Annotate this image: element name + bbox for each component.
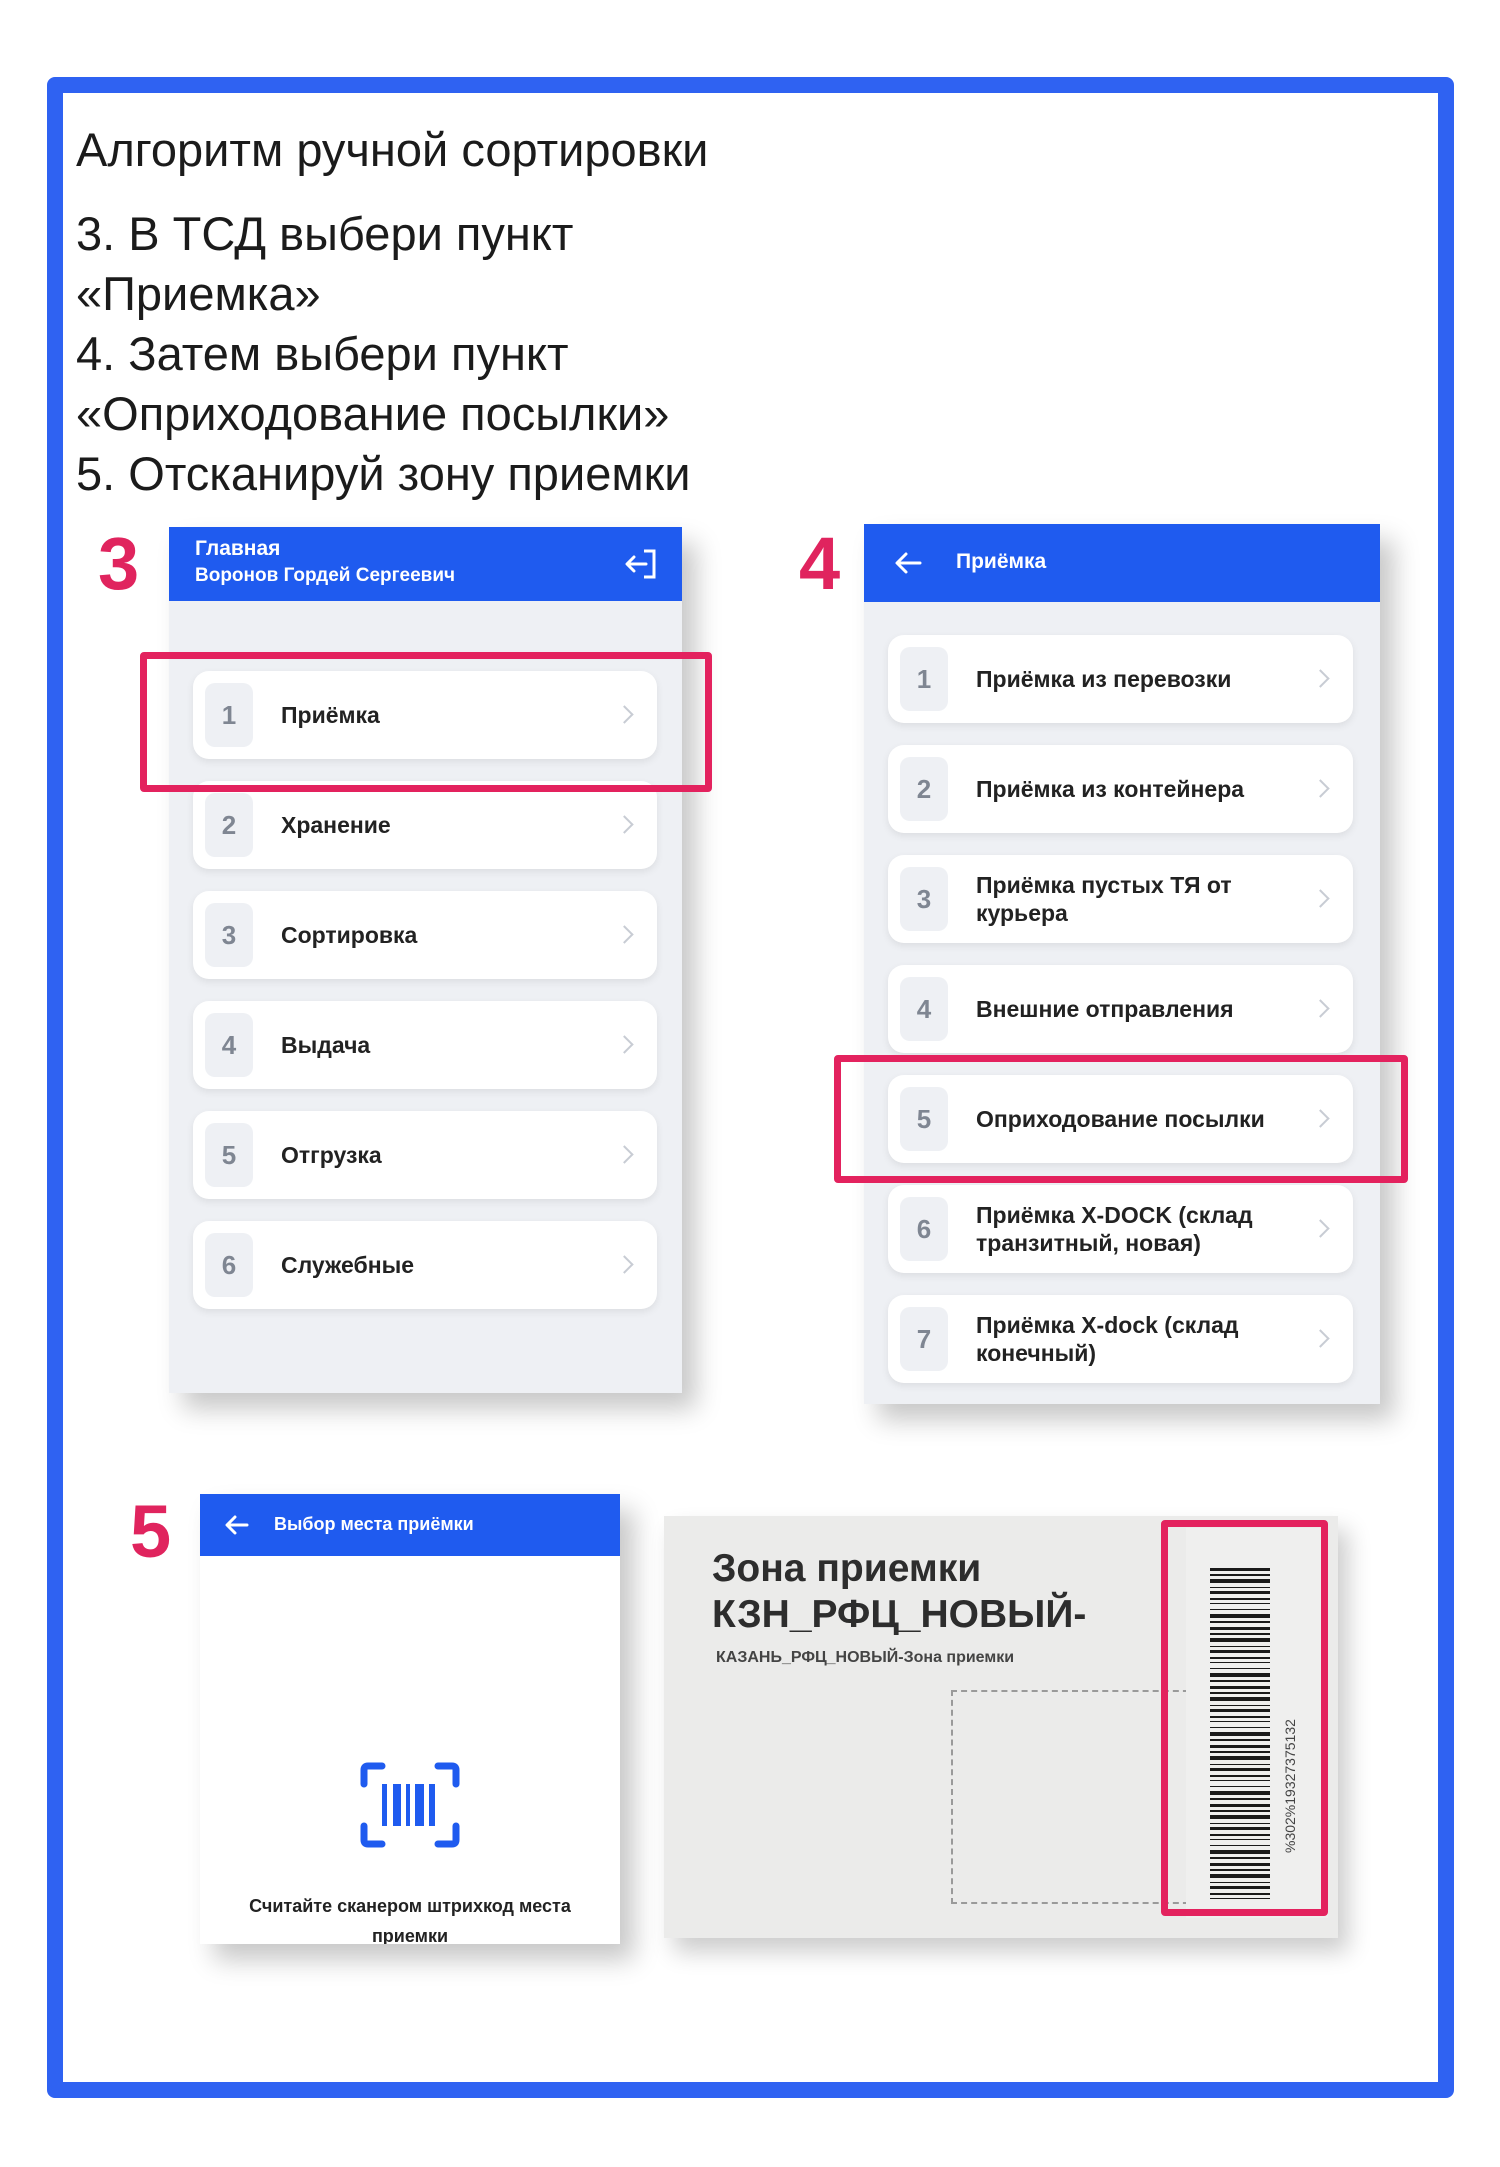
app-header: Выбор места приёмки [200,1494,620,1556]
item-number: 5 [205,1123,253,1187]
chevron-right-icon [1311,779,1330,798]
chevron-right-icon [1311,1219,1330,1238]
app-header: Приёмка [864,524,1380,602]
menu-item-hranenie[interactable]: 2 Хранение [193,781,657,869]
arrow-left-icon[interactable] [894,550,924,576]
item-label: Приёмка из перевозки [976,666,1232,692]
chevron-right-icon [1311,1329,1330,1348]
menu-item-priemka-iz-perevozki[interactable]: 1 Приёмка из перевозки [888,635,1353,723]
instructions: 3. В ТСД выбери пункт «Приемка» 4. Затем… [76,204,690,504]
zone-label-subtitle: КАЗАНЬ_РФЦ_НОВЫЙ-Зона приемки [716,1649,1015,1666]
item-label: Сортировка [281,922,418,948]
item-label: Служебные [281,1252,415,1278]
zone-title-line: КЗН_РФЦ_НОВЫЙ- [712,1593,1087,1636]
item-number: 2 [900,757,948,821]
logout-icon[interactable] [622,547,662,581]
menu-item-priemka-pustyh-tya[interactable]: 3 Приёмка пустых ТЯ от курьера [888,855,1353,943]
scan-instruction: Считайте сканером штрихкод места приемки [249,1896,571,1944]
item-label: Приёмка из контейнера [976,776,1245,802]
menu-item-priemka-xdock-tranzit[interactable]: 6 Приёмка X-DOCK (склад транзитный, нова… [888,1185,1353,1273]
menu-item-sluzhebnye[interactable]: 6 Служебные [193,1221,657,1309]
chevron-right-icon [615,1035,634,1054]
header-title: Выбор места приёмки [274,1514,474,1534]
step-marker-4: 4 [799,522,841,605]
item-number: 2 [205,793,253,857]
highlight-frame [140,652,712,792]
item-number: 3 [205,903,253,967]
chevron-right-icon [1311,999,1330,1018]
step-line: 4. Затем выбери пункт [76,327,569,380]
phone-screen-scan: Выбор места приёмки Считайте сканером шт… [200,1494,620,1944]
page-title: Алгоритм ручной сортировки [76,123,709,176]
step-marker-3: 3 [98,522,140,605]
item-label: Внешние отправления [976,996,1234,1022]
menu-item-priemka-iz-konteinera[interactable]: 2 Приёмка из контейнера [888,745,1353,833]
item-number: 4 [205,1013,253,1077]
header-title: Главная [195,537,281,560]
menu-item-sortirovka[interactable]: 3 Сортировка [193,891,657,979]
zone-title-line: Зона приемки [712,1547,982,1590]
item-label: Хранение [281,812,391,838]
highlight-frame [834,1055,1408,1183]
app-header: Главная Воронов Гордей Сергеевич [169,527,682,601]
chevron-right-icon [1311,669,1330,688]
barcode-scan-icon[interactable] [360,1762,460,1848]
item-label: Отгрузка [281,1142,382,1168]
step-line: 3. В ТСД выбери пункт [76,207,574,260]
highlight-frame [1161,1520,1328,1916]
chevron-right-icon [615,925,634,944]
menu-item-vydacha[interactable]: 4 Выдача [193,1001,657,1089]
item-label: Приёмка X-DOCK (склад транзитный, новая) [976,1202,1253,1256]
header-title: Приёмка [956,550,1047,573]
arrow-left-icon[interactable] [224,1514,250,1536]
item-number: 1 [900,647,948,711]
menu-item-priemka-xdock-konechny[interactable]: 7 Приёмка X-dock (склад конечный) [888,1295,1353,1383]
step-line: «Оприходование посылки» [76,387,670,440]
zone-label-title: Зона приемки КЗН_РФЦ_НОВЫЙ- [712,1546,1086,1638]
step-line: «Приемка» [76,267,321,320]
chevron-right-icon [1311,889,1330,908]
header-user-name: Воронов Гордей Сергеевич [195,565,456,586]
item-number: 6 [205,1233,253,1297]
item-number: 7 [900,1307,948,1371]
step-marker-5: 5 [130,1490,172,1573]
item-number: 6 [900,1197,948,1261]
item-label: Приёмка пустых ТЯ от курьера [976,872,1232,926]
menu-item-vneshnie-otpravleniya[interactable]: 4 Внешние отправления [888,965,1353,1053]
phone-screen-receiving: Приёмка 1 Приёмка из перевозки 2 Приёмка… [864,524,1380,1404]
step-line: 5. Отсканируй зону приемки [76,447,691,500]
chevron-right-icon [615,815,634,834]
chevron-right-icon [615,1145,634,1164]
chevron-right-icon [615,1255,634,1274]
item-number: 4 [900,977,948,1041]
item-label: Приёмка X-dock (склад конечный) [976,1312,1239,1366]
menu-item-otgruzka[interactable]: 5 Отгрузка [193,1111,657,1199]
item-number: 3 [900,867,948,931]
item-label: Выдача [281,1032,371,1058]
